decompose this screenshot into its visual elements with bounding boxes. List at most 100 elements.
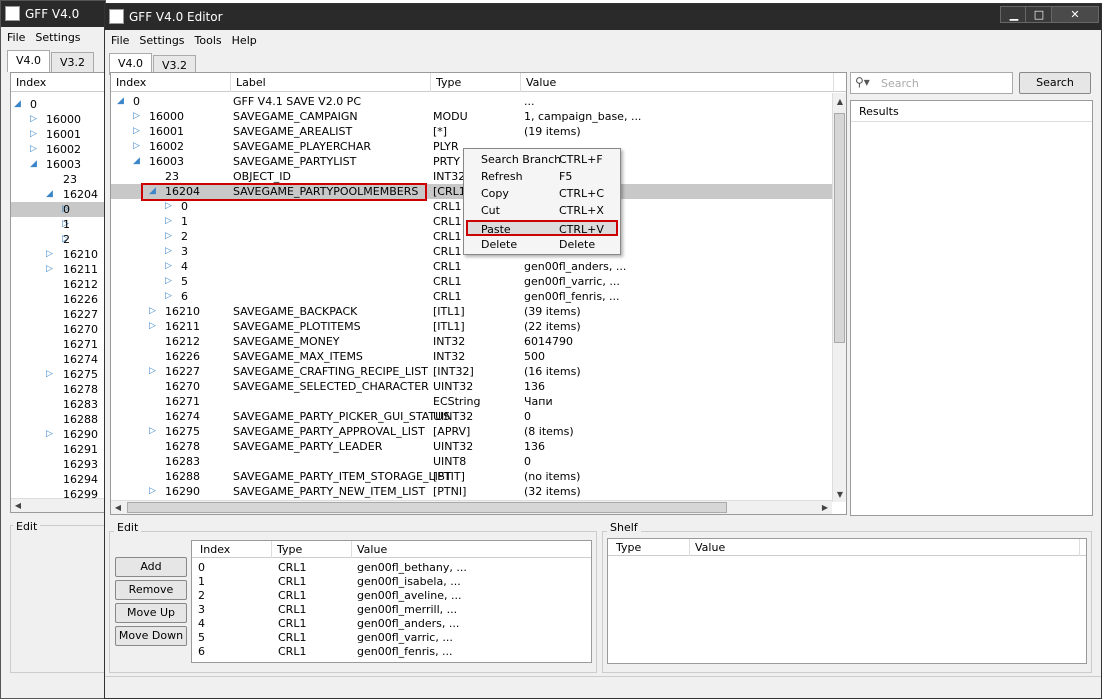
- header-type[interactable]: Type: [431, 73, 521, 92]
- tree-row[interactable]: ▷ 6 CRL1 gen00fl_fenris, ...: [111, 289, 832, 304]
- bg-tree-row[interactable]: ▷ 16000: [11, 112, 105, 127]
- bg-tree-row[interactable]: 16278: [11, 382, 105, 397]
- bg-tree-row[interactable]: ▷ 0: [11, 202, 105, 217]
- bg-tree-row[interactable]: ▷ 2: [11, 232, 105, 247]
- bg-hscroll[interactable]: ◀: [11, 498, 105, 512]
- collapsed-arrow-icon[interactable]: ▷: [30, 127, 37, 142]
- tree-row[interactable]: 16288 SAVEGAME_PARTY_ITEM_STORAGE_LIST [PT…: [111, 469, 832, 484]
- tree-row[interactable]: 16212 SAVEGAME_MONEY INT32 6014790: [111, 334, 832, 349]
- add-button[interactable]: Add: [115, 557, 187, 577]
- collapsed-arrow-icon[interactable]: ▷: [46, 427, 53, 442]
- edit-row[interactable]: 1 CRL1 gen00fl_isabela, ...: [192, 575, 591, 589]
- tree-hscroll[interactable]: ◀ ▶: [111, 500, 832, 514]
- minimize-button[interactable]: ▁: [1000, 6, 1028, 23]
- bg-tree-row[interactable]: ▷ 16211: [11, 262, 105, 277]
- tree-row[interactable]: 16283 UINT8 0: [111, 454, 832, 469]
- bg-tree-row[interactable]: 16227: [11, 307, 105, 322]
- collapsed-arrow-icon[interactable]: ▷: [30, 142, 37, 157]
- close-button[interactable]: ✕: [1051, 6, 1099, 23]
- collapsed-arrow-icon[interactable]: ▷: [149, 319, 156, 334]
- collapsed-arrow-icon[interactable]: ▷: [133, 139, 140, 154]
- tree-row[interactable]: ▷ 16000 SAVEGAME_CAMPAIGN MODU 1, campaign_b…: [111, 109, 832, 124]
- scroll-left-icon[interactable]: ◀: [11, 499, 25, 512]
- scroll-right-icon[interactable]: ▶: [818, 501, 832, 514]
- edit-row[interactable]: 3 CRL1 gen00fl_merrill, ...: [192, 603, 591, 617]
- context-menu-item-cut[interactable]: Cut CTRL+X: [466, 203, 618, 219]
- collapsed-arrow-icon[interactable]: ▷: [165, 259, 172, 274]
- bg-tree-row[interactable]: 16291: [11, 442, 105, 457]
- bg-tree-row[interactable]: 16288: [11, 412, 105, 427]
- edit-header-type[interactable]: Type: [272, 541, 352, 558]
- menu-settings[interactable]: Settings: [135, 30, 188, 52]
- edit-row[interactable]: 6 CRL1 gen00fl_fenris, ...: [192, 645, 591, 659]
- collapsed-arrow-icon[interactable]: ▷: [149, 424, 156, 439]
- header-value[interactable]: Value: [521, 73, 834, 92]
- bg-tree-row[interactable]: 16274: [11, 352, 105, 367]
- menu-help[interactable]: Help: [228, 30, 261, 52]
- edit-row[interactable]: 4 CRL1 gen00fl_anders, ...: [192, 617, 591, 631]
- expanded-arrow-icon[interactable]: ◢: [133, 154, 140, 169]
- collapsed-arrow-icon[interactable]: ▷: [133, 124, 140, 139]
- bg-header-index[interactable]: Index: [11, 73, 105, 92]
- context-menu-item-search-branch[interactable]: Search Branch CTRL+F: [466, 152, 618, 168]
- bg-tree-row[interactable]: ◢ 16003: [11, 157, 105, 172]
- scroll-up-icon[interactable]: ▲: [833, 95, 846, 109]
- shelf-list[interactable]: Type Value: [607, 538, 1087, 664]
- expanded-arrow-icon[interactable]: ◢: [14, 97, 21, 112]
- collapsed-arrow-icon[interactable]: ▷: [30, 112, 37, 127]
- move-up-button[interactable]: Move Up: [115, 603, 187, 623]
- tree-row[interactable]: 16278 SAVEGAME_PARTY_LEADER UINT32 136: [111, 439, 832, 454]
- bg-tree-row[interactable]: 23: [11, 172, 105, 187]
- bg-tree-row[interactable]: 16270: [11, 322, 105, 337]
- tree-vscroll-thumb[interactable]: [834, 113, 845, 343]
- bg-tree-row[interactable]: ◢ 0: [11, 97, 105, 112]
- expanded-arrow-icon[interactable]: ◢: [46, 187, 53, 202]
- tree-row[interactable]: ▷ 16275 SAVEGAME_PARTY_APPROVAL_LIST [APRV]…: [111, 424, 832, 439]
- tree-row[interactable]: ◢ 0 GFF V4.1 SAVE V2.0 PC...: [111, 94, 832, 109]
- bg-tab-v32[interactable]: V3.2: [51, 52, 95, 72]
- bg-tab-v40[interactable]: V4.0: [7, 50, 51, 72]
- bg-tree-row[interactable]: ▷ 16275: [11, 367, 105, 382]
- context-menu-item-paste[interactable]: Paste CTRL+V: [466, 220, 618, 236]
- context-menu-item-delete[interactable]: Delete Delete: [466, 237, 618, 253]
- tree-row[interactable]: 16274 SAVEGAME_PARTY_PICKER_GUI_STATUS UIN…: [111, 409, 832, 424]
- bg-menu-settings[interactable]: Settings: [31, 27, 84, 49]
- move-down-button[interactable]: Move Down: [115, 626, 187, 646]
- header-index[interactable]: Index: [111, 73, 231, 92]
- tree-row[interactable]: ▷ 16001 SAVEGAME_AREALIST [*] (19 items): [111, 124, 832, 139]
- results-panel[interactable]: Results: [850, 100, 1093, 516]
- remove-button[interactable]: Remove: [115, 580, 187, 600]
- bg-menu-file[interactable]: File: [3, 27, 29, 49]
- collapsed-arrow-icon[interactable]: ▷: [165, 289, 172, 304]
- collapsed-arrow-icon[interactable]: ▷: [165, 199, 172, 214]
- scroll-left-icon[interactable]: ◀: [111, 501, 125, 514]
- collapsed-arrow-icon[interactable]: ▷: [46, 247, 53, 262]
- bg-tree-row[interactable]: 16271: [11, 337, 105, 352]
- tree-row[interactable]: ▷ 16290 SAVEGAME_PARTY_NEW_ITEM_LIST [PTNI]…: [111, 484, 832, 499]
- collapsed-arrow-icon[interactable]: ▷: [165, 214, 172, 229]
- tree-row[interactable]: ▷ 16210 SAVEGAME_BACKPACK [ITL1] (39 items): [111, 304, 832, 319]
- tree-row[interactable]: ▷ 4 CRL1 gen00fl_anders, ...: [111, 259, 832, 274]
- collapsed-arrow-icon[interactable]: ▷: [165, 229, 172, 244]
- collapsed-arrow-icon[interactable]: ▷: [149, 364, 156, 379]
- bg-tree-row[interactable]: ▷ 1: [11, 217, 105, 232]
- menu-file[interactable]: File: [107, 30, 133, 52]
- collapsed-arrow-icon[interactable]: ▷: [46, 262, 53, 277]
- shelf-header-type[interactable]: Type: [608, 539, 690, 556]
- bg-tree-row[interactable]: 16293: [11, 457, 105, 472]
- bg-tree-row[interactable]: 16283: [11, 397, 105, 412]
- header-label[interactable]: Label: [231, 73, 431, 92]
- edit-row[interactable]: 2 CRL1 gen00fl_aveline, ...: [192, 589, 591, 603]
- tree-row[interactable]: 16270 SAVEGAME_SELECTED_CHARACTER UINT32 13…: [111, 379, 832, 394]
- edit-header-value[interactable]: Value: [352, 541, 591, 558]
- tree-row[interactable]: 16226 SAVEGAME_MAX_ITEMS INT32 500: [111, 349, 832, 364]
- menu-tools[interactable]: Tools: [191, 30, 226, 52]
- tree-row[interactable]: 16271 ECString Чапи: [111, 394, 832, 409]
- bg-tree-row[interactable]: ▷ 16290: [11, 427, 105, 442]
- context-menu-item-refresh[interactable]: Refresh F5: [466, 169, 618, 185]
- tree-row[interactable]: ▷ 5 CRL1 gen00fl_varric, ...: [111, 274, 832, 289]
- edit-row[interactable]: 0 CRL1 gen00fl_bethany, ...: [192, 561, 591, 575]
- collapsed-arrow-icon[interactable]: ▷: [165, 244, 172, 259]
- edit-row[interactable]: 5 CRL1 gen00fl_varric, ...: [192, 631, 591, 645]
- expanded-arrow-icon[interactable]: ◢: [117, 94, 124, 109]
